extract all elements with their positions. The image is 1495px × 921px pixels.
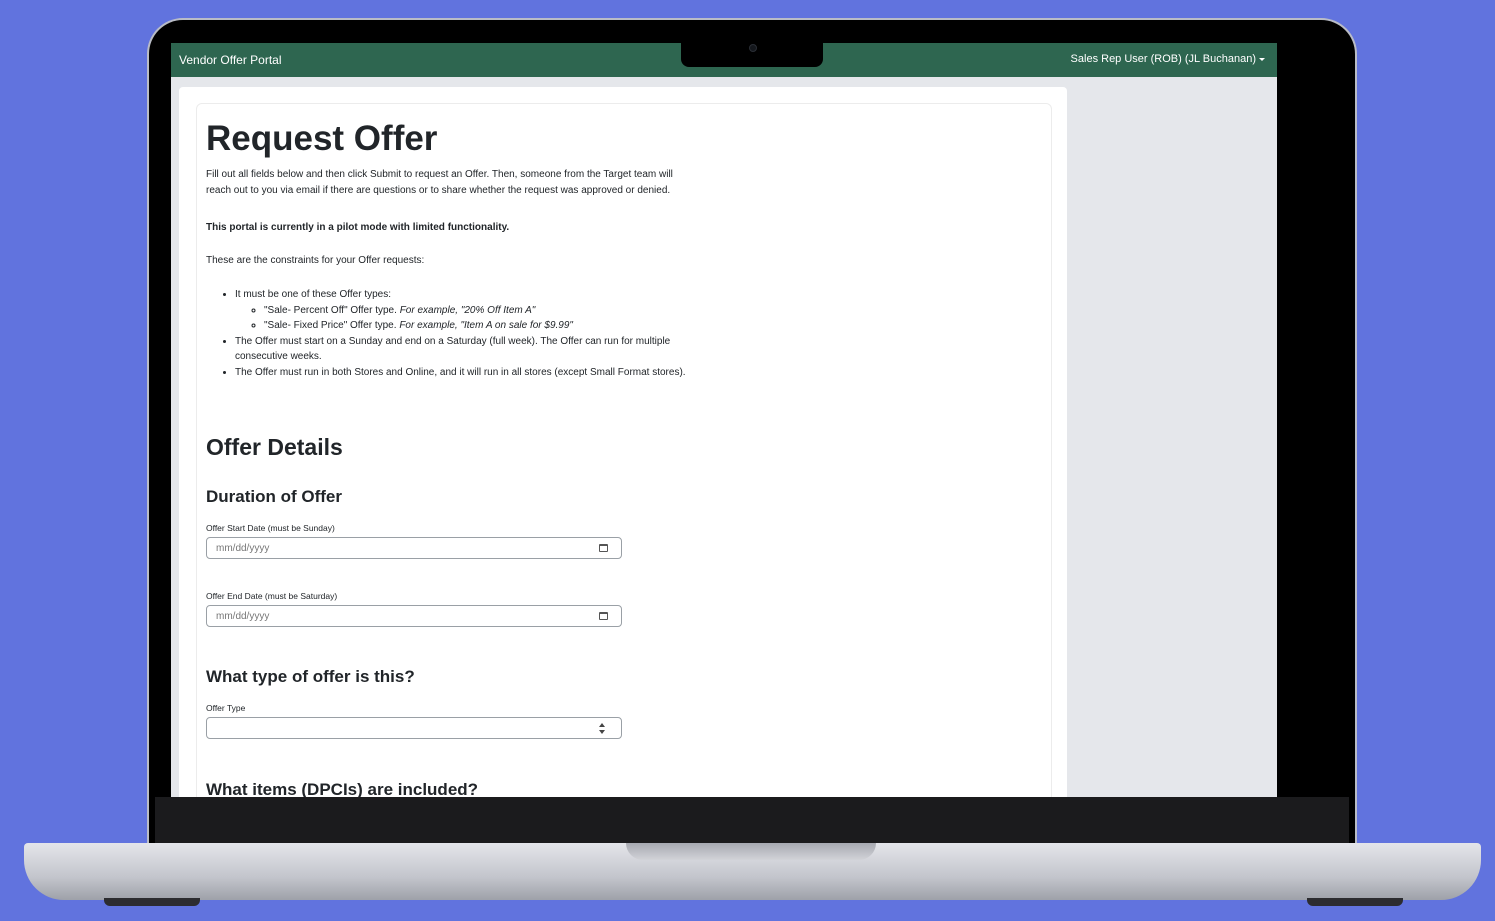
offer-type-percent-off-example: For example, "20% Off Item A" (399, 304, 536, 316)
user-menu-dropdown[interactable]: Sales Rep User (ROB) (JL Buchanan) (1071, 53, 1265, 65)
calendar-icon[interactable] (599, 612, 608, 620)
screen: Vendor Offer Portal Sales Rep User (ROB)… (171, 43, 1277, 797)
start-date-label: Offer Start Date (must be Sunday) (206, 523, 335, 533)
duration-heading: Duration of Offer (206, 487, 342, 506)
side-panel (1076, 77, 1277, 797)
end-date-placeholder: mm/dd/yyyy (216, 611, 270, 622)
intro-text: Fill out all fields below and then click… (206, 169, 673, 196)
offer-type-fixed-price-example: For example, "Item A on sale for $9.99" (399, 320, 573, 331)
laptop-base (24, 843, 1481, 900)
offer-type-fixed-price-text: "Sale- Fixed Price" Offer type. (264, 320, 397, 331)
rule-offer-types: It must be one of these Offer types: "Sa… (235, 287, 695, 334)
laptop-foot-left (104, 898, 200, 906)
select-arrows-icon (599, 723, 606, 734)
offer-type-select[interactable] (206, 717, 622, 739)
items-heading: What items (DPCIs) are included? (206, 780, 479, 797)
offer-types-sublist: "Sale- Percent Off" Offer type. For exam… (235, 303, 695, 334)
offer-type-percent-off-text: "Sale- Percent Off" Offer type. (264, 304, 397, 316)
laptop-opening-notch (626, 843, 876, 860)
caret-down-icon (1259, 57, 1265, 61)
start-date-input[interactable]: mm/dd/yyyy (206, 537, 622, 559)
page-title: Request Offer (206, 119, 438, 158)
laptop-chin (155, 797, 1349, 844)
offer-type-label: Offer Type (206, 703, 246, 713)
user-menu-label: Sales Rep User (ROB) (JL Buchanan) (1070, 53, 1256, 65)
pilot-notice: This portal is currently in a pilot mode… (206, 222, 510, 233)
laptop-foot-right (1307, 898, 1403, 906)
end-date-input[interactable]: mm/dd/yyyy (206, 605, 622, 627)
rule-stores-online: The Offer must run in both Stores and On… (235, 365, 695, 381)
rules-list: It must be one of these Offer types: "Sa… (206, 287, 695, 380)
brand-link[interactable]: Vendor Offer Portal (179, 53, 282, 67)
rule-offer-types-text: It must be one of these Offer types: (235, 289, 392, 300)
offer-details-heading: Offer Details (206, 434, 343, 460)
camera-icon (749, 44, 757, 52)
end-date-label: Offer End Date (must be Saturday) (206, 591, 338, 601)
camera-notch (681, 43, 823, 67)
start-date-placeholder: mm/dd/yyyy (216, 543, 270, 554)
offer-type-percent-off: "Sale- Percent Off" Offer type. For exam… (264, 303, 695, 319)
constraints-intro: These are the constraints for your Offer… (206, 255, 425, 266)
offer-type-heading: What type of offer is this? (206, 667, 415, 686)
offer-type-fixed-price: "Sale- Fixed Price" Offer type. For exam… (264, 318, 695, 334)
calendar-icon[interactable] (599, 544, 608, 552)
rule-start-end: The Offer must start on a Sunday and end… (235, 334, 695, 365)
